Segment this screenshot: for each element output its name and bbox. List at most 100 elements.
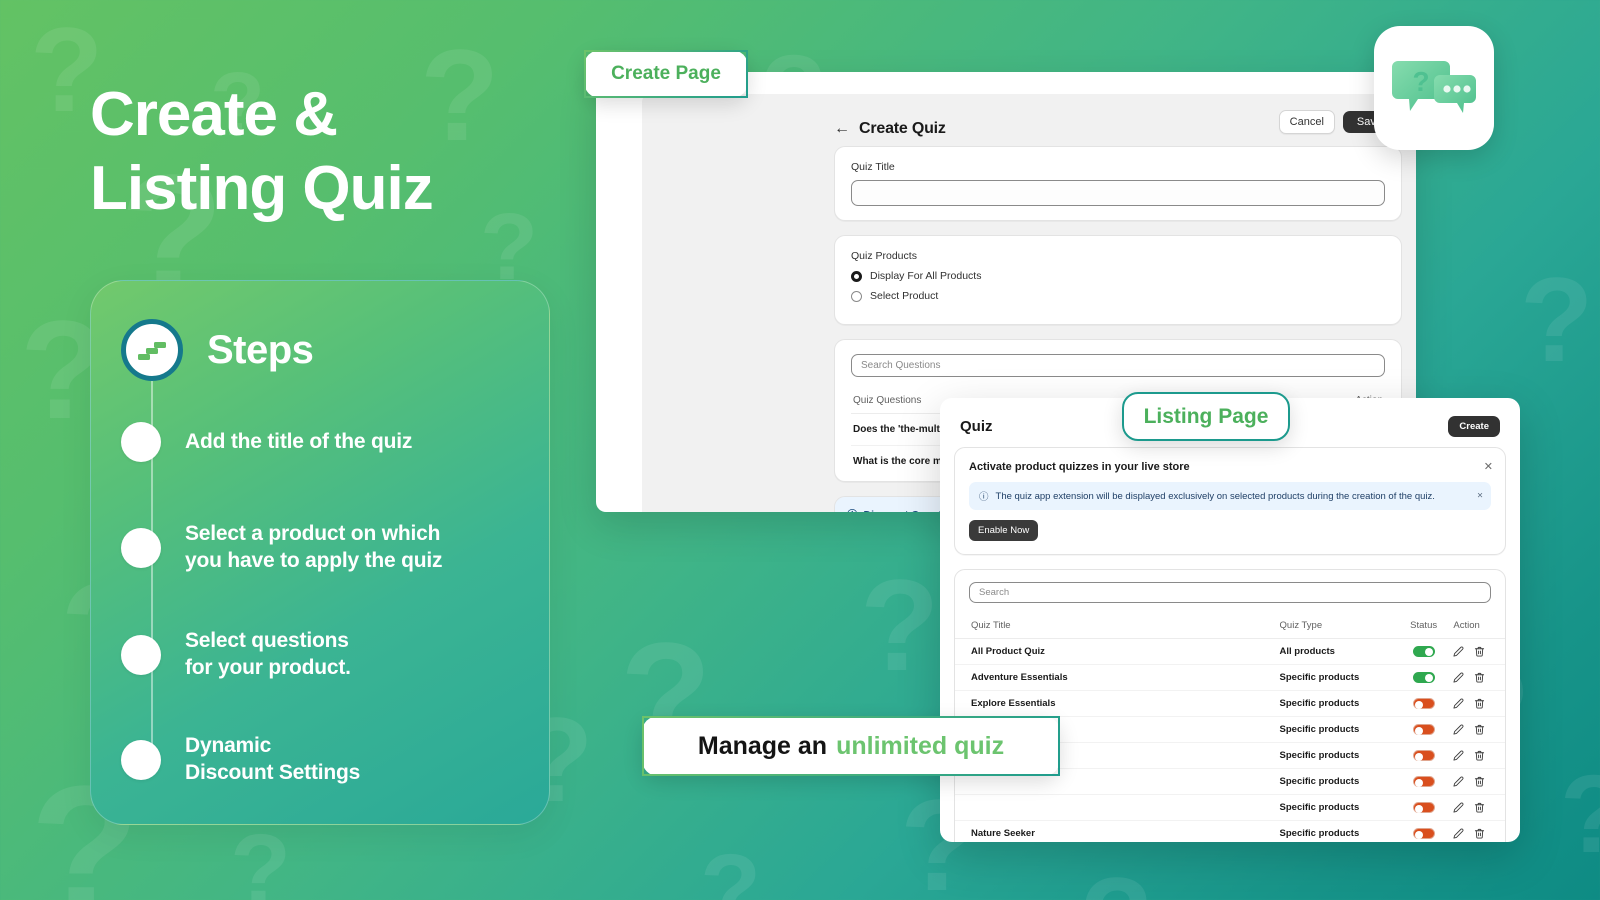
status-toggle[interactable] bbox=[1412, 724, 1435, 736]
cell-quiz-type: Specific products bbox=[1279, 742, 1398, 770]
cell-action bbox=[1449, 690, 1505, 718]
pencil-icon[interactable] bbox=[1453, 828, 1464, 839]
info-icon: ⓘ bbox=[979, 492, 989, 503]
cell-quiz-title bbox=[955, 794, 1280, 822]
pencil-icon[interactable] bbox=[1453, 750, 1464, 761]
cell-action bbox=[1449, 794, 1505, 822]
radio-display-all-products[interactable]: Display For All Products bbox=[851, 270, 1385, 282]
question-mark-glyph: ? bbox=[1560, 760, 1600, 870]
activate-title: Activate product quizzes in your live st… bbox=[969, 461, 1190, 473]
radio-icon bbox=[851, 290, 862, 302]
step-item-3: Select questions for your product. bbox=[121, 628, 351, 682]
col-quiz-type: Quiz Type bbox=[1279, 614, 1398, 639]
cell-action bbox=[1449, 638, 1505, 666]
pencil-icon[interactable] bbox=[1453, 646, 1464, 657]
cell-action bbox=[1449, 742, 1505, 770]
cell-action bbox=[1449, 820, 1505, 842]
search-input[interactable]: Search bbox=[969, 582, 1491, 603]
col-status: Status bbox=[1397, 614, 1450, 639]
trash-icon[interactable] bbox=[1474, 698, 1485, 709]
trash-icon[interactable] bbox=[1474, 776, 1485, 787]
cell-status bbox=[1397, 820, 1450, 842]
quiz-table-card: Search Quiz Title Quiz Type Status Actio… bbox=[954, 569, 1506, 842]
trash-icon[interactable] bbox=[1474, 724, 1485, 735]
table-row[interactable]: Adventure Essentials Specific products bbox=[955, 664, 1505, 692]
question-mark-glyph: ? bbox=[860, 552, 940, 698]
step-label: Select a product on which you have to ap… bbox=[185, 522, 443, 572]
cell-status bbox=[1397, 794, 1450, 822]
quiz-title-input[interactable] bbox=[851, 180, 1385, 206]
cancel-button[interactable]: Cancel bbox=[1278, 110, 1335, 134]
radio-select-product[interactable]: Select Product bbox=[851, 290, 1385, 302]
cell-action bbox=[1449, 664, 1505, 692]
cell-quiz-type: Specific products bbox=[1279, 768, 1398, 796]
steps-header: Steps bbox=[121, 319, 314, 381]
cell-status bbox=[1397, 742, 1450, 770]
step-item-1: Add the title of the quiz bbox=[121, 422, 412, 462]
trash-icon[interactable] bbox=[1474, 828, 1485, 839]
step-item-2: Select a product on which you have to ap… bbox=[121, 521, 443, 575]
status-toggle[interactable] bbox=[1412, 698, 1435, 710]
step-dot bbox=[121, 634, 161, 675]
pencil-icon[interactable] bbox=[1453, 776, 1464, 787]
steps-heading: Steps bbox=[207, 327, 314, 372]
table-row[interactable]: Specific products bbox=[955, 794, 1505, 822]
close-icon[interactable]: ✕ bbox=[1484, 460, 1493, 473]
question-mark-glyph: ? bbox=[700, 834, 762, 900]
manage-prefix: Manage an bbox=[697, 731, 828, 760]
callout-manage-unlimited: Manage an unlimited quiz bbox=[642, 716, 1060, 776]
cell-action bbox=[1449, 716, 1505, 744]
enable-now-button[interactable]: Enable Now bbox=[969, 520, 1039, 541]
status-toggle[interactable] bbox=[1412, 672, 1435, 684]
listing-title: Quiz bbox=[960, 418, 993, 435]
col-quiz-questions: Quiz Questions bbox=[853, 395, 922, 406]
table-header-row: Quiz Title Quiz Type Status Action bbox=[955, 614, 1505, 639]
quiz-products-card: Quiz Products Display For All Products S… bbox=[834, 235, 1402, 325]
callout-create-page: Create Page bbox=[584, 50, 748, 98]
radio-icon-selected bbox=[851, 270, 862, 282]
create-button[interactable]: Create bbox=[1448, 416, 1500, 437]
cell-quiz-type: Specific products bbox=[1279, 820, 1398, 842]
banner-close-icon[interactable]: × bbox=[1477, 491, 1483, 502]
banner-text: The quiz app extension will be displayed… bbox=[995, 490, 1435, 502]
cell-status bbox=[1397, 664, 1450, 692]
steps-card: Steps Add the title of the quiz Select a… bbox=[90, 280, 550, 825]
quiz-chat-bubble-logo: ? bbox=[1374, 26, 1494, 150]
question-mark-glyph: ? bbox=[1080, 860, 1153, 900]
table-row[interactable]: Explore Essentials Specific products bbox=[955, 690, 1505, 718]
radio-label: Select Product bbox=[870, 290, 939, 302]
question-mark-glyph: ? bbox=[230, 814, 292, 900]
radio-label: Display For All Products bbox=[870, 270, 982, 282]
trash-icon[interactable] bbox=[1474, 672, 1485, 683]
cell-quiz-type: Specific products bbox=[1279, 664, 1398, 692]
pencil-icon[interactable] bbox=[1453, 698, 1464, 709]
cell-status bbox=[1397, 716, 1450, 744]
cell-action bbox=[1449, 768, 1505, 796]
arrow-left-icon[interactable]: ← bbox=[834, 121, 850, 137]
create-quiz-title: Create Quiz bbox=[859, 120, 946, 137]
cell-quiz-title: Adventure Essentials bbox=[955, 664, 1280, 692]
trash-icon[interactable] bbox=[1474, 646, 1485, 657]
status-toggle[interactable] bbox=[1412, 776, 1435, 788]
trash-icon[interactable] bbox=[1474, 750, 1485, 761]
pencil-icon[interactable] bbox=[1453, 672, 1464, 683]
cell-quiz-type: Specific products bbox=[1279, 716, 1398, 744]
pencil-icon[interactable] bbox=[1453, 724, 1464, 735]
quiz-title-label: Quiz Title bbox=[851, 161, 895, 173]
svg-text:?: ? bbox=[1412, 66, 1429, 97]
quiz-products-label: Quiz Products bbox=[851, 250, 917, 262]
status-toggle[interactable] bbox=[1412, 750, 1435, 762]
step-label: Add the title of the quiz bbox=[185, 429, 413, 453]
question-mark-glyph: ? bbox=[1520, 253, 1594, 387]
cell-status bbox=[1397, 768, 1450, 796]
status-toggle[interactable] bbox=[1412, 646, 1435, 657]
callout-listing-page: Listing Page bbox=[1122, 392, 1290, 441]
pencil-icon[interactable] bbox=[1453, 802, 1464, 813]
table-row[interactable]: All Product Quiz All products bbox=[955, 638, 1505, 666]
table-row[interactable]: Nature Seeker Specific products bbox=[955, 820, 1505, 842]
search-questions-input[interactable]: Search Questions bbox=[851, 354, 1385, 377]
trash-icon[interactable] bbox=[1474, 802, 1485, 813]
status-toggle[interactable] bbox=[1412, 802, 1435, 814]
create-quiz-header: ← Create Quiz Cancel Save bbox=[642, 94, 1416, 146]
status-toggle[interactable] bbox=[1412, 828, 1435, 840]
